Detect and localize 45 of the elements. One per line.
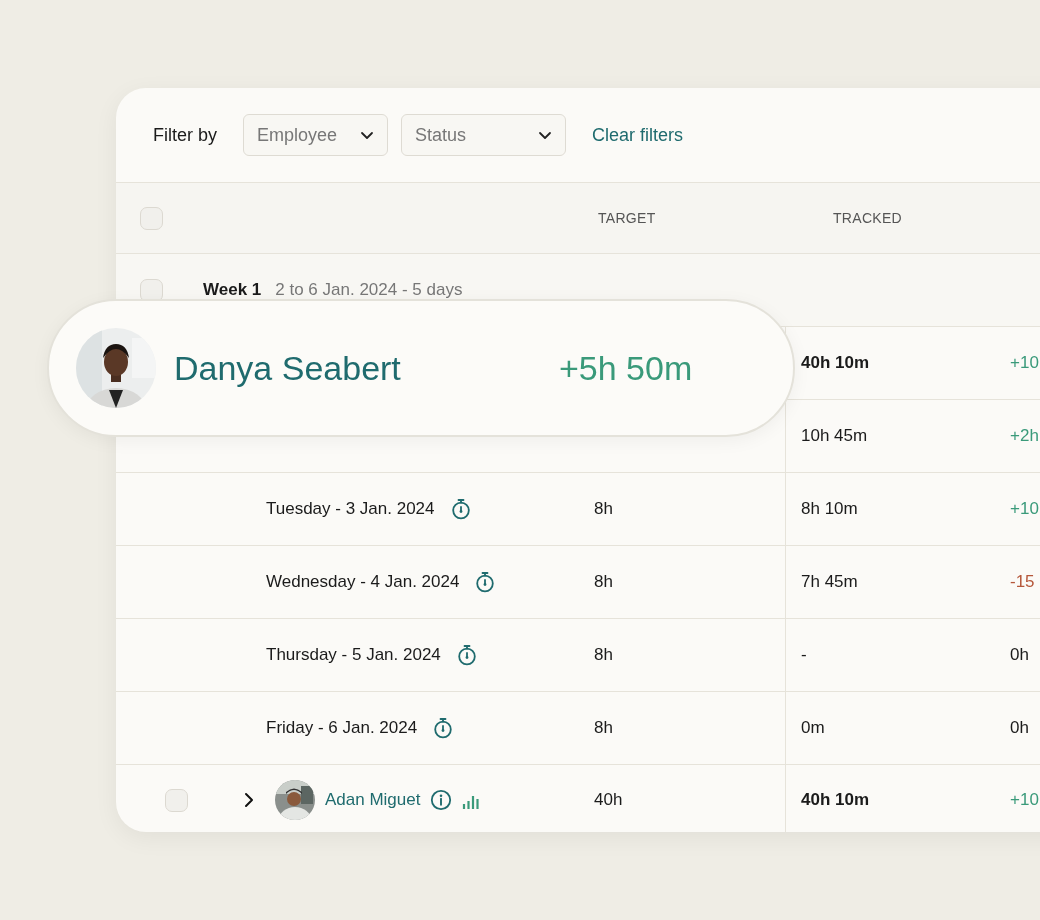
week-title: Week 1 [203,280,262,300]
table-cell: 0h [1010,645,1029,665]
filter-dropdown[interactable]: Status [401,114,566,156]
table-cell: -15 [1010,572,1035,592]
chevron-icon[interactable] [243,792,255,808]
stopwatch-icon[interactable] [433,717,454,739]
table-cell: 40h [594,790,623,810]
clear-filters-link[interactable]: Clear filters [592,124,684,146]
stopwatch-icon[interactable] [450,498,471,520]
table-cell: 0h [1010,718,1029,738]
stopwatch-icon[interactable] [475,571,496,593]
table-cell: 40h 10m [801,353,870,373]
table-cell: +10 [1010,353,1039,373]
stopwatch-icon[interactable] [456,644,477,666]
caret-icon [360,130,374,140]
employee-name: Danya Seabert [174,348,402,388]
filter-label: Filter by [153,124,217,146]
day-label: Thursday - 5 Jan. 2024 [266,645,441,665]
filter-dropdown[interactable]: Employee [243,114,388,156]
table-cell: +10 [1010,499,1039,519]
column-header: TRACKED [833,210,902,226]
table-cell: 8h [594,645,613,665]
table-cell: 8h [594,499,613,519]
day-label: Wednesday - 4 Jan. 2024 [266,572,460,592]
table-cell: 8h [594,572,613,592]
table-cell: 8h 10m [801,499,858,519]
checkbox[interactable] [140,278,163,302]
employee-name-link[interactable]: Adan Miguet [325,790,421,810]
checkbox[interactable] [140,206,163,230]
table-cell: 0m [801,718,825,738]
table-cell: - [801,645,807,665]
table-cell: 10h 45m [801,426,868,446]
table-cell: 40h 10m [801,790,870,810]
balance-value: +5h 50m [559,348,693,388]
day-label: Friday - 6 Jan. 2024 [266,718,418,738]
checkbox[interactable] [165,788,188,812]
day-label: Tuesday - 3 Jan. 2024 [266,499,435,519]
table-cell: +2h [1010,426,1039,446]
table-cell: 7h 45m [801,572,858,592]
caret-icon [538,130,552,140]
column-header: TARGET [598,210,656,226]
table-cell: +10 [1010,790,1039,810]
info-icon[interactable] [430,789,453,811]
table-cell: 8h [594,718,613,738]
week-range: 2 to 6 Jan. 2024 - 5 days [275,280,463,300]
